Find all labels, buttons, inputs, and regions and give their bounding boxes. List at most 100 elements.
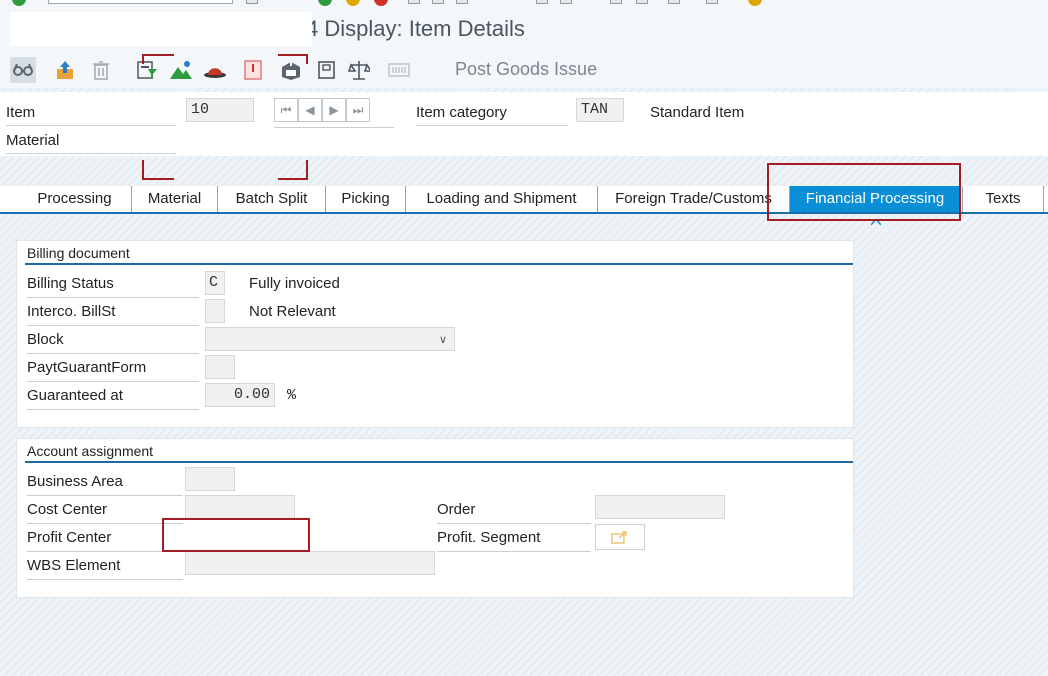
guaranteed-at-underline [27, 409, 199, 410]
item-category-text: Standard Item [650, 104, 745, 121]
interco-billst-text: Not Relevant [249, 303, 336, 320]
hat-icon[interactable] [202, 57, 228, 83]
copy-icon[interactable] [314, 57, 340, 83]
find-icon[interactable] [432, 0, 444, 4]
redaction-box [10, 12, 312, 46]
profit-center-underline [27, 551, 183, 552]
annotation-bracket [142, 54, 144, 64]
annotation-bracket [278, 54, 308, 56]
glasses-icon[interactable] [10, 57, 36, 83]
barcode-icon[interactable] [386, 57, 412, 83]
block-dropdown[interactable] [205, 327, 455, 351]
system-toolbar [0, 0, 1048, 6]
payt-guarant-form-label: PaytGuarantForm [27, 359, 147, 376]
annotation-box-tab [767, 163, 961, 221]
annotation-bracket [306, 160, 308, 180]
item-category-label: Item category [416, 104, 507, 121]
business-area-underline [27, 495, 183, 496]
material-label-underline [6, 153, 176, 154]
chevron-down-icon[interactable]: ∨ [439, 333, 447, 346]
box-icon[interactable] [278, 57, 304, 83]
help-icon[interactable] [748, 0, 762, 6]
annotation-bracket [142, 178, 174, 180]
tab-batch-split[interactable]: Batch Split [218, 186, 326, 212]
material-field[interactable] [186, 128, 394, 152]
profit-segment-label: Profit. Segment [437, 529, 541, 546]
profit-center-label: Profit Center [27, 529, 112, 546]
export-icon [611, 531, 627, 544]
item-label: Item [6, 104, 36, 121]
billing-document-title-line [25, 263, 853, 265]
interco-billst-label: Interco. BillSt [27, 303, 116, 320]
business-area-field[interactable] [185, 467, 235, 491]
wbs-element-underline [27, 579, 183, 580]
annotation-box-profit-center [162, 518, 310, 552]
last-item-icon[interactable]: ⏭ [346, 98, 370, 122]
tab-texts[interactable]: Texts [962, 186, 1044, 212]
percent-unit: % [287, 387, 297, 404]
annotation-bracket [306, 54, 308, 64]
tab-loading-and-shipment[interactable]: Loading and Shipment [406, 186, 598, 212]
profit-segment-underline [437, 551, 591, 552]
tab-foreign-trade-customs[interactable]: Foreign Trade/Customs [598, 186, 790, 212]
guaranteed-at-label: Guaranteed at [27, 387, 123, 404]
previous-item-icon[interactable]: ◀ [298, 98, 322, 122]
cost-center-field[interactable] [185, 495, 295, 519]
page-title: 4 Display: Item Details [306, 16, 525, 41]
order-underline [437, 523, 591, 524]
next-item-icon[interactable]: ▶ [322, 98, 346, 122]
save-icon[interactable] [246, 0, 258, 4]
shortcut-icon[interactable] [706, 0, 718, 4]
last-page-icon[interactable] [636, 0, 648, 4]
billing-status-field[interactable]: C [205, 271, 225, 295]
new-session-icon[interactable] [668, 0, 680, 4]
billing-document-group: Billing document Billing Status C Fully … [16, 240, 854, 428]
tab-picking[interactable]: Picking [326, 186, 406, 212]
material-label: Material [6, 132, 60, 149]
wbs-element-field[interactable] [185, 551, 435, 575]
tab-material[interactable]: Material [132, 186, 218, 212]
find-next-icon[interactable] [456, 0, 468, 4]
print-icon[interactable] [408, 0, 420, 4]
filter-icon[interactable] [134, 57, 160, 83]
note-icon[interactable] [240, 57, 266, 83]
payt-guarant-form-field[interactable] [205, 355, 235, 379]
enter-icon[interactable] [12, 0, 26, 6]
billing-status-underline [27, 297, 199, 298]
item-field[interactable]: 10 [186, 98, 254, 122]
payt-guarant-form-underline [27, 381, 199, 382]
post-goods-issue-button[interactable]: Post Goods Issue [455, 59, 597, 80]
item-header: Item 10 ⏮ ◀ ▶ ⏭ Item category TAN Standa… [0, 92, 1048, 156]
exit-icon[interactable] [346, 0, 360, 6]
item-category-field[interactable]: TAN [576, 98, 624, 122]
interco-billst-underline [27, 325, 199, 326]
wbs-element-label: WBS Element [27, 557, 121, 574]
back-icon[interactable] [318, 0, 332, 6]
tab-processing[interactable]: Processing [18, 186, 132, 212]
command-field[interactable] [48, 0, 233, 4]
account-assignment-title: Account assignment [27, 443, 154, 459]
mountain-icon[interactable] [168, 57, 194, 83]
item-label-underline [6, 125, 176, 126]
guaranteed-at-field[interactable]: 0.00 [205, 383, 275, 407]
profit-segment-button[interactable] [595, 524, 645, 550]
cancel-icon[interactable] [374, 0, 388, 6]
next-page-icon[interactable] [610, 0, 622, 4]
first-page-icon[interactable] [536, 0, 548, 4]
account-assignment-group: Account assignment Business Area Cost Ce… [16, 438, 854, 598]
upload-icon[interactable] [52, 57, 78, 83]
order-field[interactable] [595, 495, 725, 519]
first-item-icon[interactable]: ⏮ [274, 98, 298, 122]
block-underline [27, 353, 199, 354]
annotation-bracket [142, 54, 174, 56]
prev-page-icon[interactable] [560, 0, 572, 4]
trash-icon[interactable] [88, 57, 114, 83]
interco-billst-field[interactable] [205, 299, 225, 323]
order-label: Order [437, 501, 476, 518]
cost-center-label: Cost Center [27, 501, 108, 518]
scale-icon[interactable] [346, 57, 372, 83]
account-assignment-title-line [25, 461, 853, 463]
annotation-bracket [142, 160, 144, 180]
annotation-bracket [278, 178, 308, 180]
billing-document-title: Billing document [27, 245, 130, 261]
